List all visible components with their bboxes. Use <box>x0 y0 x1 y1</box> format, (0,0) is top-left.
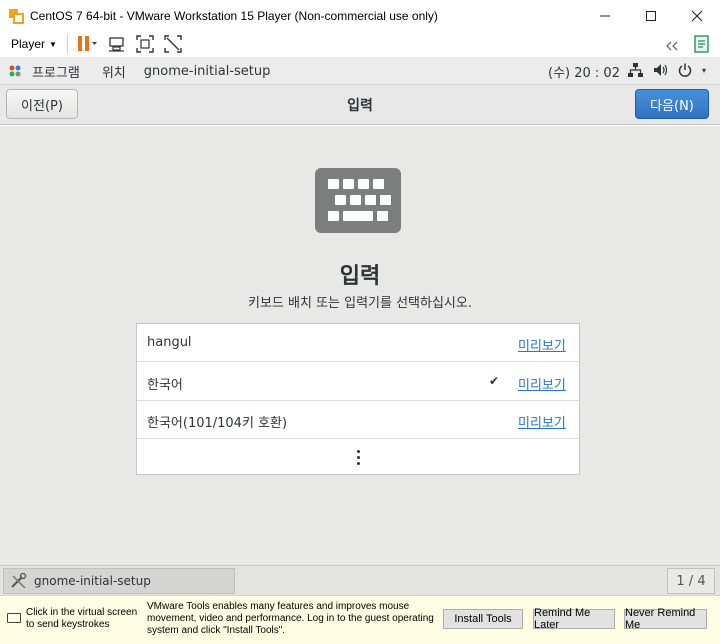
power-icon <box>678 63 692 77</box>
header-bar: 이전(P) 입력 다음(N) <box>0 85 720 125</box>
chevron-down-icon: ▼ <box>49 39 57 49</box>
pause-button[interactable] <box>76 34 98 54</box>
fullscreen-icon <box>136 35 154 53</box>
preview-link[interactable]: 미리보기 <box>518 335 566 354</box>
next-button[interactable]: 다음(N) <box>635 89 709 119</box>
header-title: 입력 <box>347 98 373 114</box>
tools-icon <box>11 573 27 589</box>
window-title: CentOS 7 64-bit - VMware Workstation 15 … <box>30 8 438 23</box>
keyboard-icon <box>315 168 401 233</box>
preview-link[interactable]: 미리보기 <box>518 374 566 393</box>
never-remind-button[interactable]: Never Remind Me <box>624 607 707 631</box>
remind-later-button[interactable]: Remind Me Later <box>533 607 615 631</box>
volume-icon <box>653 64 668 76</box>
maximize-icon <box>646 10 656 21</box>
applications-icon <box>9 65 21 77</box>
list-item-korean[interactable]: 한국어 ✔ 미리보기 <box>137 363 579 401</box>
applications-label: 프로그램 <box>32 65 80 81</box>
vmware-tools-notification: Click in the virtual screen to send keys… <box>0 595 720 644</box>
input-source-name: hangul <box>147 335 192 350</box>
workspace-indicator[interactable]: 1 / 4 <box>667 568 715 594</box>
window-list-item[interactable]: gnome-initial-setup <box>3 568 235 594</box>
checkmark-icon: ✔ <box>489 374 500 388</box>
close-button[interactable] <box>674 0 720 31</box>
toolbar-divider <box>66 35 68 53</box>
preview-link[interactable]: 미리보기 <box>518 412 566 431</box>
pause-icon <box>77 36 97 51</box>
applications-menu[interactable]: 프로그램 <box>8 62 80 81</box>
unity-button[interactable] <box>164 34 182 54</box>
gnome-top-bar: 프로그램 위치 gnome-initial-setup (수) 20 : 02 … <box>0 58 720 85</box>
close-icon <box>691 10 703 21</box>
tools-message: VMware Tools enables many features and i… <box>147 601 434 636</box>
page-heading: 입력 <box>339 264 381 289</box>
more-sources-button[interactable] <box>137 439 579 475</box>
input-source-name: 한국어(101/104키 호환) <box>147 416 288 431</box>
page-subtitle: 키보드 배치 또는 입력기를 선택하십시오. <box>248 296 472 311</box>
send-ctrl-alt-del-icon <box>108 37 124 52</box>
window-list-label: gnome-initial-setup <box>34 574 151 588</box>
send-ctrl-alt-del-button[interactable] <box>108 34 126 54</box>
notes-button[interactable] <box>694 35 710 57</box>
minimize-button[interactable] <box>582 0 628 31</box>
collapse-icon <box>666 41 678 50</box>
input-source-list: hangul 미리보기 한국어 ✔ 미리보기 한국어(101/104키 호환) … <box>136 323 580 475</box>
install-tools-button[interactable]: Install Tools <box>443 609 523 629</box>
vmware-app-icon <box>8 8 24 24</box>
more-vertical-icon <box>356 449 360 465</box>
maximize-button[interactable] <box>628 0 674 31</box>
setup-page: 입력 키보드 배치 또는 입력기를 선택하십시오. hangul 미리보기 한국… <box>0 126 720 565</box>
clock[interactable]: (수) 20 : 02 <box>548 62 620 81</box>
input-source-name: 한국어 <box>147 378 183 393</box>
chevron-down-icon: ▾ <box>701 65 706 75</box>
notes-icon <box>694 35 709 53</box>
list-item-korean-101-104[interactable]: 한국어(101/104키 호환) 미리보기 <box>137 401 579 439</box>
window-titlebar: CentOS 7 64-bit - VMware Workstation 15 … <box>0 0 720 31</box>
app-menu[interactable]: gnome-initial-setup <box>144 64 271 79</box>
system-menu[interactable]: ▾ <box>627 63 706 77</box>
vmware-toolbar: Player ▼ <box>0 31 720 58</box>
collapse-toolbar-button[interactable] <box>664 37 680 56</box>
player-menu-label: Player <box>11 37 46 51</box>
keyboard-hint-icon <box>7 613 21 623</box>
unity-icon <box>164 35 182 53</box>
network-icon <box>627 63 643 77</box>
player-menu[interactable]: Player ▼ <box>11 37 57 51</box>
fullscreen-button[interactable] <box>136 34 154 54</box>
places-menu[interactable]: 위치 <box>102 62 126 81</box>
minimize-icon <box>600 15 610 16</box>
gnome-bottom-panel: gnome-initial-setup 1 / 4 <box>0 565 720 595</box>
list-item-hangul[interactable]: hangul 미리보기 <box>137 324 579 362</box>
keystroke-hint: Click in the virtual screen to send keys… <box>26 607 138 630</box>
